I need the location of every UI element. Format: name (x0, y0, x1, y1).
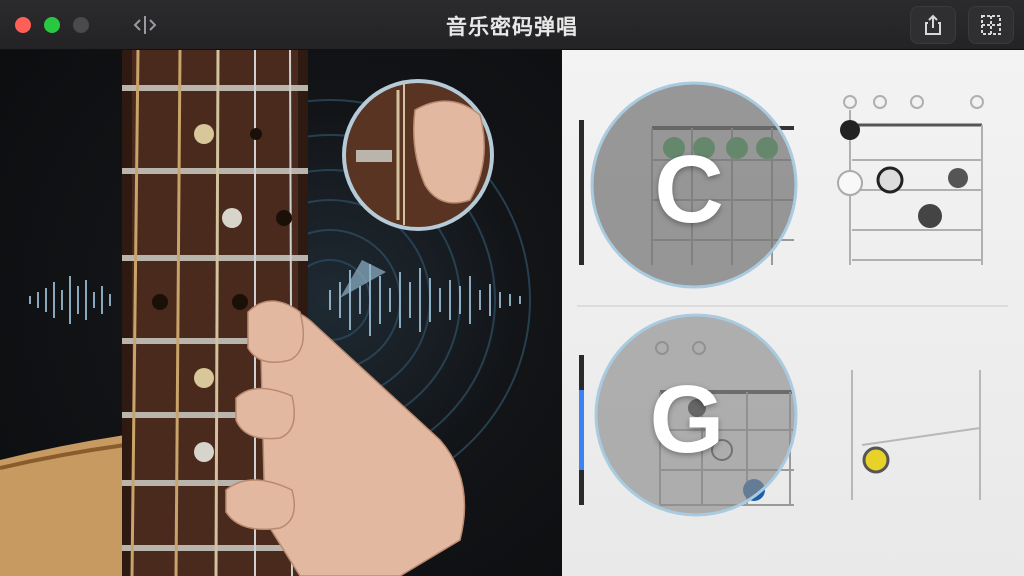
fret-inlay (194, 368, 214, 388)
window-title: 音乐密码弹唱 (446, 15, 578, 39)
title-bar: 音乐密码弹唱 (0, 0, 1024, 50)
fret-dot (840, 120, 860, 140)
share-button[interactable] (910, 6, 956, 44)
share-icon (925, 14, 941, 35)
grid-view-button[interactable] (968, 6, 1014, 44)
fret-inlay (222, 208, 242, 228)
chord-diagrams (577, 81, 1008, 517)
magnifier-callout (340, 79, 494, 298)
chord-g-alt-grid (851, 370, 981, 500)
chord-c-indicator (579, 120, 584, 265)
chord-panel: C G (562, 50, 1024, 576)
fret-inlay (194, 442, 214, 462)
guitar-neck-illustration (0, 50, 531, 576)
fret-dot (862, 446, 890, 474)
chord-g-label[interactable]: G (587, 365, 787, 475)
chord-c-label[interactable]: C (589, 135, 789, 245)
grid-icon (981, 15, 1001, 35)
guitar-view (0, 50, 562, 576)
fret-inlay (194, 124, 214, 144)
